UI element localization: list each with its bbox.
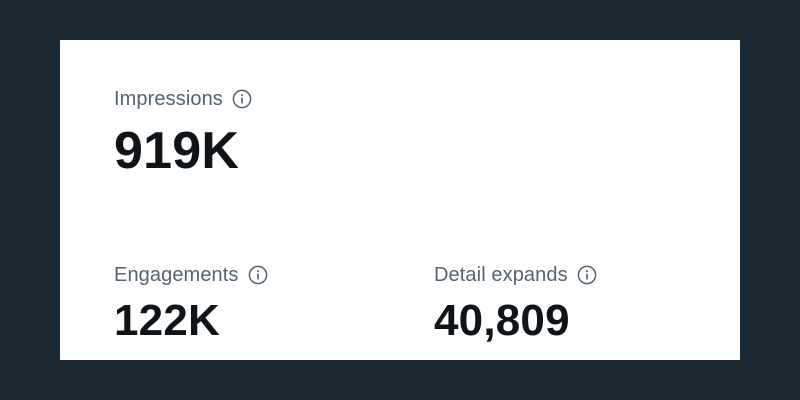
- analytics-card: Impressions 919K Engagements 122K Detail…: [60, 40, 740, 360]
- impressions-value: 919K: [114, 122, 240, 180]
- metric-label-row: Impressions: [114, 85, 253, 113]
- info-icon[interactable]: [247, 264, 269, 286]
- engagements-label: Engagements: [114, 264, 239, 286]
- detail-expands-value: 40,809: [434, 296, 570, 345]
- metric-detail-expands: Detail expands 40,809: [434, 261, 598, 343]
- info-icon-glyph: [248, 265, 267, 285]
- info-icon[interactable]: [576, 264, 598, 286]
- metric-engagements: Engagements 122K: [114, 261, 269, 343]
- info-icon[interactable]: [231, 88, 253, 110]
- detail-expands-label: Detail expands: [434, 264, 568, 286]
- info-icon-glyph: [232, 89, 252, 109]
- metric-label-row: Detail expands: [434, 261, 598, 289]
- app-frame: Impressions 919K Engagements 122K Detail…: [0, 0, 800, 400]
- metric-impressions: Impressions 919K: [114, 85, 253, 177]
- engagements-value: 122K: [114, 296, 220, 345]
- impressions-label: Impressions: [114, 88, 223, 110]
- info-icon-glyph: [577, 265, 597, 285]
- metric-label-row: Engagements: [114, 261, 269, 289]
